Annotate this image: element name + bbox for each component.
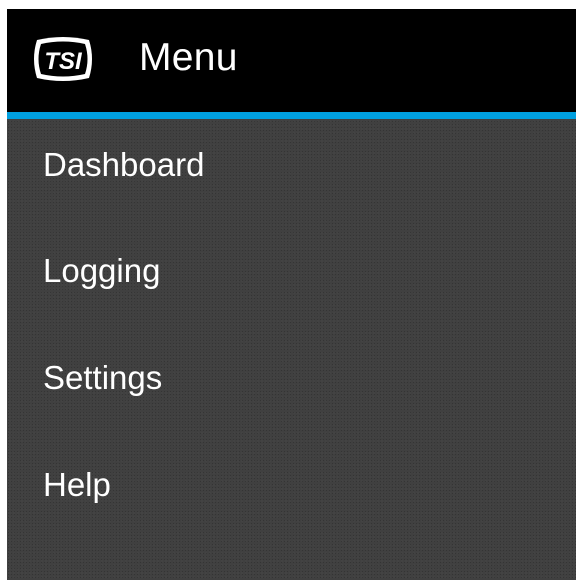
menu-item-settings[interactable]: Settings — [7, 330, 576, 437]
tsi-logo-icon: TSI — [34, 36, 92, 81]
menu-item-dashboard[interactable]: Dashboard — [7, 119, 576, 223]
menu-item-label: Logging — [43, 251, 161, 289]
menu-header: TSI Menu — [7, 9, 576, 119]
menu-item-label: Help — [43, 465, 111, 503]
menu-item-logging[interactable]: Logging — [7, 223, 576, 330]
tsi-logo-text: TSI — [44, 48, 83, 75]
menu-list: Dashboard Logging Settings Help — [7, 119, 576, 544]
menu-panel: TSI Menu Dashboard Logging Settings Help — [7, 9, 576, 580]
menu-item-help[interactable]: Help — [7, 437, 576, 544]
menu-item-label: Dashboard — [43, 146, 205, 183]
menu-title: Menu — [139, 35, 238, 79]
menu-item-label: Settings — [43, 358, 163, 396]
